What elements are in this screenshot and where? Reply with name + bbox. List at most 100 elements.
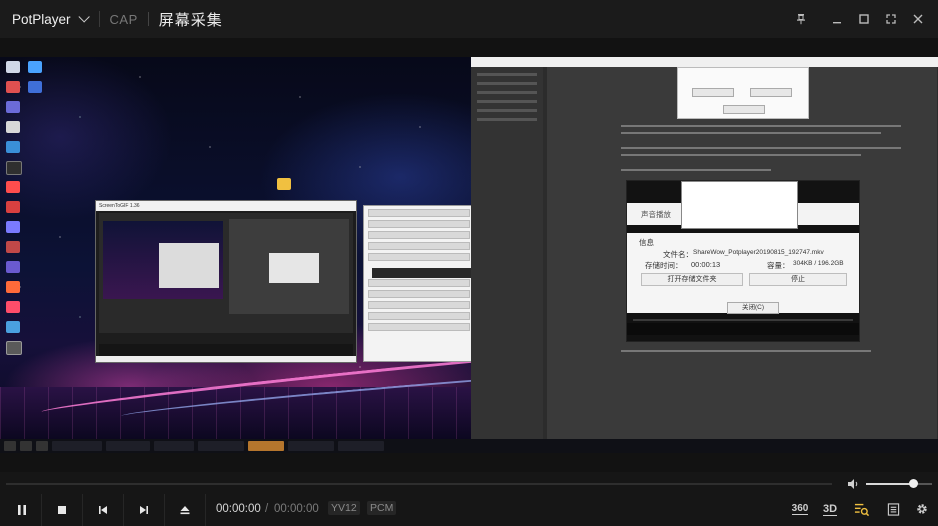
taskbar-item — [288, 441, 334, 451]
stop-button[interactable] — [42, 494, 82, 526]
doc-sidebar — [471, 67, 543, 439]
file-name-value: ShareWow_Potplayer20190815_192747.mkv — [693, 249, 824, 256]
size-value: 304KB / 196.2GB — [793, 260, 844, 267]
current-time: 00:00:00 — [216, 503, 261, 515]
desktop-icon — [6, 141, 20, 153]
stop-icon — [58, 506, 66, 514]
pause-icon — [18, 505, 26, 515]
desktop-icon — [6, 261, 20, 273]
minimize-button[interactable] — [825, 7, 849, 31]
captured-taskbar — [0, 439, 938, 453]
dialog-row — [368, 290, 470, 298]
inner-player-title: 声音播放 — [641, 210, 671, 219]
captured-desktop: ScreenToGIF 1.36 — [0, 57, 600, 439]
eject-button[interactable] — [165, 494, 205, 526]
nested-controls — [99, 344, 353, 356]
pin-button[interactable] — [789, 7, 813, 31]
dialog-row — [368, 312, 470, 320]
button-divider — [205, 494, 206, 526]
vr-360-icon: 360 — [791, 503, 809, 515]
vr-360-button[interactable]: 360 — [789, 499, 811, 519]
title-bar: PotPlayer CAP 屏幕采集 — [0, 0, 938, 38]
doc-dialog-button — [723, 105, 765, 114]
taskbar-item — [154, 441, 194, 451]
seek-bar[interactable] — [6, 483, 832, 485]
taskbar-item — [198, 441, 244, 451]
playlist-search-button[interactable] — [851, 499, 871, 519]
control-bar: 00:00:00 / 00:00:00 YV12 PCM 360 3D — [0, 472, 938, 526]
close-dialog-button: 关闭(C) — [727, 302, 779, 314]
outline-line — [477, 109, 537, 112]
taskbar-item — [36, 441, 48, 451]
close-button[interactable] — [906, 7, 930, 31]
maximize-icon — [859, 14, 869, 24]
previous-icon — [99, 506, 107, 514]
video-format-badge[interactable]: YV12 — [328, 501, 360, 515]
fullscreen-button[interactable] — [879, 7, 903, 31]
eject-icon — [180, 506, 190, 515]
desktop-icon — [6, 321, 20, 333]
desktop-icon — [6, 181, 20, 193]
fullscreen-icon — [886, 14, 896, 24]
desktop-icon — [6, 101, 20, 113]
dialog-row — [368, 220, 470, 228]
inner-controlbar — [627, 323, 859, 335]
outline-line — [477, 82, 537, 85]
doc-text-line — [621, 125, 901, 127]
pin-icon — [797, 14, 805, 25]
window-controls — [789, 0, 938, 38]
record-info-panel: 信息 文件名： ShareWow_Potplayer20190815_19274… — [627, 233, 859, 313]
desktop-icon — [6, 301, 20, 313]
taskbar-item — [52, 441, 102, 451]
time-separator: / — [265, 503, 269, 515]
file-label: 文件名： — [663, 250, 693, 259]
nested-window-content — [99, 213, 353, 333]
3d-mode-button[interactable]: 3D — [820, 499, 840, 519]
previous-button[interactable] — [83, 494, 123, 526]
dialog-row — [368, 242, 470, 250]
outline-line — [477, 118, 537, 121]
outline-line — [477, 100, 537, 103]
capture-mode-label: CAP — [109, 11, 138, 27]
dialog-row — [368, 209, 470, 217]
desktop-icon — [277, 178, 291, 190]
audio-format-badge[interactable]: PCM — [367, 501, 397, 515]
desktop-icon — [28, 81, 42, 93]
volume-knob[interactable] — [909, 479, 918, 488]
doc-text-line — [621, 169, 771, 171]
volume-icon[interactable] — [846, 477, 860, 491]
doc-text-line — [621, 350, 871, 352]
playlist-button[interactable] — [884, 499, 902, 519]
desktop-icon — [28, 61, 42, 73]
maximize-button[interactable] — [852, 7, 876, 31]
volume-level[interactable] — [866, 483, 914, 485]
desktop-icon — [6, 201, 20, 213]
desktop-icon — [6, 221, 20, 233]
doc-text-line — [621, 154, 861, 156]
desktop-icon — [6, 341, 22, 355]
list-search-icon — [854, 503, 869, 516]
doc-dialog-button — [692, 88, 734, 97]
next-button[interactable] — [124, 494, 164, 526]
nested-window-titlebar: ScreenToGIF 1.36 — [96, 201, 356, 211]
button-row: 00:00:00 / 00:00:00 YV12 PCM 360 3D — [0, 494, 938, 526]
inner-player-screenshot: 声音播放 信息 文件名： ShareWow_Potplayer20190815_… — [626, 180, 860, 342]
doc-text-line — [621, 132, 881, 134]
close-icon — [913, 14, 923, 24]
nested-dialog — [159, 243, 219, 288]
app-menu-button[interactable]: PotPlayer — [12, 11, 90, 27]
video-area[interactable]: ScreenToGIF 1.36 声音播放 信息 文件名： ShareWow_P… — [0, 57, 938, 453]
dialog-row — [368, 253, 470, 261]
dialog-row — [368, 301, 470, 309]
doc-dialog-button — [750, 88, 792, 97]
inner-seekbar — [633, 319, 853, 321]
gear-icon — [917, 504, 927, 514]
taskbar-item — [106, 441, 150, 451]
settings-button[interactable] — [913, 499, 931, 519]
section-label: 信息 — [639, 238, 654, 247]
title-divider — [98, 11, 100, 27]
desktop-icon — [6, 281, 20, 293]
pause-button[interactable] — [2, 494, 42, 526]
minimize-icon — [833, 22, 841, 24]
stop-button: 停止 — [749, 273, 847, 286]
